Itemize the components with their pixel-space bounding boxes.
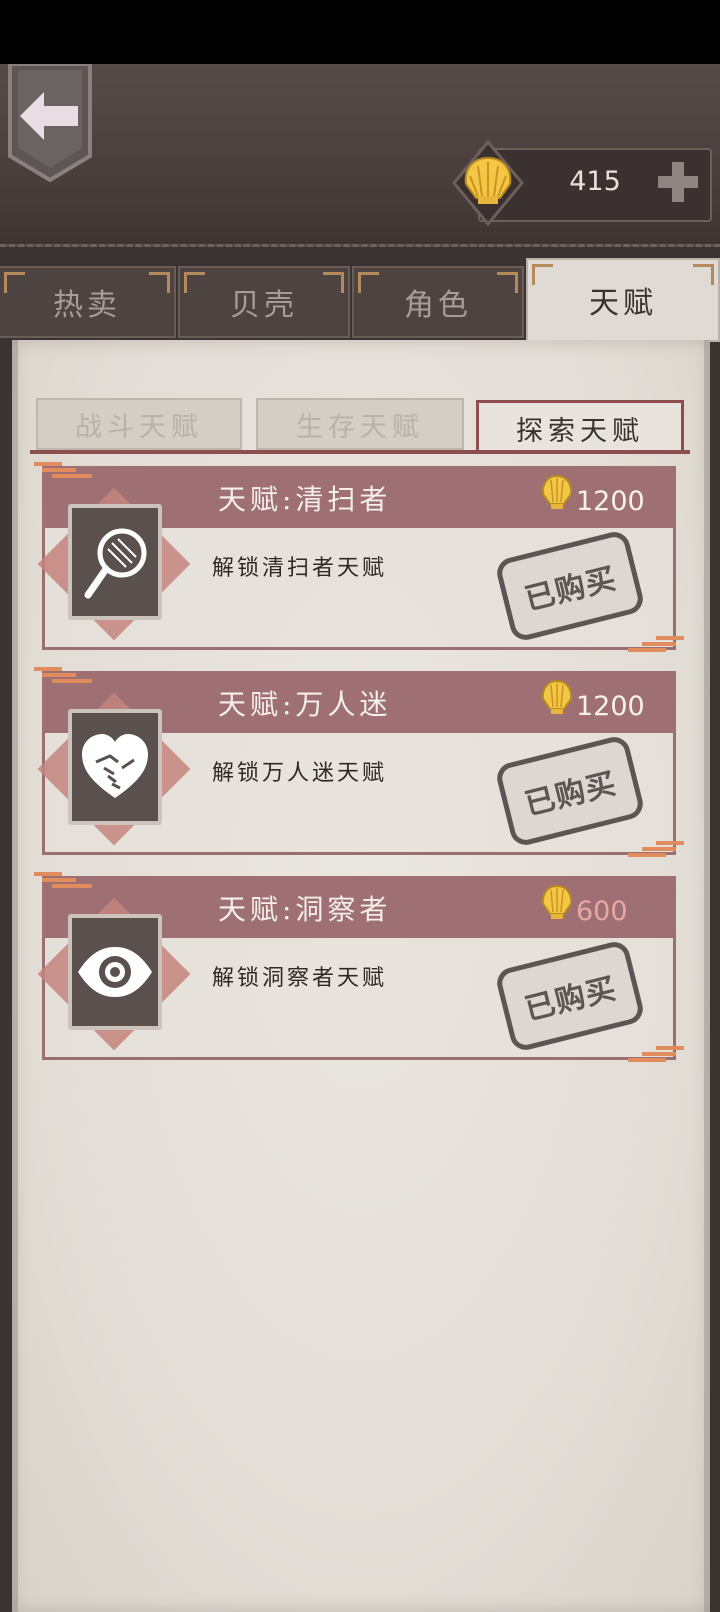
cloud-ornament-icon (34, 872, 92, 888)
talent-name: 天赋:洞察者 (218, 893, 392, 926)
shell-price-icon (541, 474, 573, 509)
purchased-label: 已购买 (521, 561, 621, 618)
back-button[interactable] (6, 64, 94, 182)
talent-name: 天赋:万人迷 (218, 688, 392, 721)
cloud-ornament-icon (628, 841, 684, 857)
subtab-label: 战斗天赋 (75, 411, 203, 443)
shell-price-icon (541, 884, 573, 919)
talent-card[interactable]: 天赋:万人迷 1200 解锁万人迷天赋 已购买 (34, 663, 684, 857)
talent-icon-frame (68, 914, 162, 1030)
talent-description: 解锁清扫者天赋 (212, 556, 388, 581)
subtab-underline (30, 450, 690, 454)
purchased-label: 已购买 (521, 766, 621, 823)
talent-description: 解锁洞察者天赋 (212, 966, 388, 991)
talent-price: 1200 (576, 486, 645, 517)
add-currency-button[interactable] (654, 158, 702, 206)
talent-icon-frame (68, 504, 162, 620)
talent-card[interactable]: 天赋:清扫者 1200 解锁清扫者天赋 已购买 (34, 458, 684, 652)
currency-value: 415 (569, 166, 621, 197)
magnifier-icon (84, 528, 147, 599)
cloud-ornament-icon (34, 462, 92, 478)
talent-name: 天赋:清扫者 (218, 483, 392, 516)
subtab-label: 探索天赋 (516, 416, 644, 447)
tab-talents[interactable]: 天赋 (526, 258, 720, 342)
cloud-ornament-icon (34, 667, 92, 683)
tab-label: 热卖 (53, 288, 121, 323)
subtab-label: 生存天赋 (296, 411, 424, 443)
shell-price-icon (541, 679, 573, 714)
heart-handshake-icon (82, 734, 148, 798)
tab-hot[interactable]: 热卖 (0, 266, 176, 338)
purchased-label: 已购买 (521, 971, 621, 1028)
talent-price: 1200 (576, 691, 645, 722)
cloud-ornament-icon (628, 636, 684, 652)
tab-label: 天赋 (589, 286, 657, 321)
talent-icon-frame (68, 709, 162, 825)
talent-card[interactable]: 天赋:洞察者 600 解锁洞察者天赋 已购买 (34, 868, 684, 1062)
back-arrow-icon (8, 64, 92, 182)
subtab-combat-talents[interactable]: 战斗天赋 (36, 398, 242, 450)
subtab-survival-talents[interactable]: 生存天赋 (256, 398, 464, 450)
eye-icon (78, 947, 152, 997)
talent-description: 解锁万人迷天赋 (212, 761, 388, 786)
tab-shells[interactable]: 贝壳 (178, 266, 350, 338)
shop-tabs: 热卖 贝壳 角色 天赋 (0, 258, 720, 342)
cloud-ornament-icon (628, 1046, 684, 1062)
status-bar (0, 0, 720, 64)
tab-characters[interactable]: 角色 (352, 266, 524, 338)
tab-label: 贝壳 (230, 288, 298, 323)
shell-currency-icon (452, 140, 524, 226)
talent-price: 600 (576, 896, 628, 927)
tab-label: 角色 (404, 288, 472, 323)
subtab-exploration-talents[interactable]: 探索天赋 (476, 400, 684, 454)
